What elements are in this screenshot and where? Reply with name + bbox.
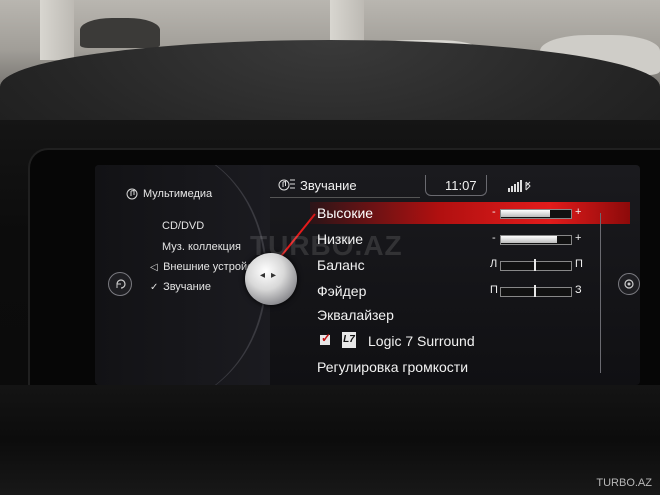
slider-track — [500, 287, 572, 297]
lower-dashboard — [0, 385, 660, 495]
slider-fill — [501, 210, 550, 217]
treble-slider[interactable] — [500, 207, 572, 219]
signal-strength-icon — [508, 180, 531, 192]
slider-max-label: + — [575, 206, 582, 218]
menu-item-cd-dvd[interactable]: CD/DVD — [162, 220, 204, 232]
checkmark-icon: ✓ — [321, 331, 332, 345]
row-label: Logic 7 Surround — [368, 333, 475, 349]
slider-position-marker — [534, 259, 536, 271]
slider-max-label: З — [575, 284, 582, 296]
row-label: Фэйдер — [317, 283, 367, 299]
site-label: TURBO.AZ — [596, 477, 652, 489]
menu-item-music-collection[interactable]: Муз. коллекция — [162, 241, 241, 253]
menu-item-sound[interactable]: ✓ Звучание — [150, 281, 211, 293]
left-menu-title: Мультимедиа — [143, 188, 213, 200]
slider-position-marker — [534, 285, 536, 297]
row-logic7-surround[interactable]: ✓ L7 Logic 7 Surround — [310, 330, 630, 352]
slider-fill — [501, 236, 557, 243]
menu-item-label: Внешние устройст — [163, 261, 258, 273]
row-volume-settings[interactable]: Регулировка громкости — [310, 356, 630, 378]
slider-max-label: + — [575, 232, 582, 244]
row-label: Высокие — [317, 205, 374, 221]
options-icon[interactable] — [618, 273, 640, 295]
logic7-logo-icon: L7 — [342, 332, 356, 348]
row-treble[interactable]: Высокие - + — [310, 202, 630, 224]
checkmark-icon: ✓ — [150, 282, 159, 293]
page-title: Звучание — [300, 178, 357, 193]
row-label: Эквалайзер — [317, 307, 394, 323]
garage-pillar — [40, 0, 74, 60]
speaker-icon: ◁ — [150, 262, 158, 273]
row-fader[interactable]: Фэйдер П З — [310, 280, 630, 302]
menu-item-external-devices[interactable]: ◁ Внешние устройст — [150, 261, 258, 273]
watermark: TURBO.AZ — [250, 230, 403, 261]
logic7-checkbox[interactable]: ✓ — [320, 331, 331, 345]
menu-item-label: Муз. коллекция — [162, 241, 241, 253]
bass-slider[interactable] — [500, 233, 572, 245]
slider-track — [500, 261, 572, 271]
header-divider — [270, 197, 420, 198]
menu-item-label: Звучание — [163, 281, 211, 293]
clock: 11:07 — [445, 178, 477, 193]
back-nav-icon[interactable] — [108, 272, 132, 296]
left-menu-panel: Мультимедиа CD/DVD Муз. коллекция ◁ Внеш… — [95, 165, 270, 385]
fader-slider[interactable] — [500, 285, 572, 297]
slider-min-label: Л — [490, 258, 498, 270]
sound-settings-icon — [278, 179, 295, 191]
idrive-screen: Мультимедиа CD/DVD Муз. коллекция ◁ Внеш… — [95, 165, 640, 385]
slider-max-label: П — [575, 258, 583, 270]
parked-car — [80, 18, 160, 48]
screen-header: Звучание 11:07 — [270, 173, 640, 199]
controller-arrows-icon: ◂▸ — [259, 270, 283, 281]
slider-min-label: П — [490, 284, 498, 296]
balance-slider[interactable] — [500, 259, 572, 271]
menu-item-label: CD/DVD — [162, 220, 205, 232]
slider-min-label: - — [492, 232, 496, 244]
row-equalizer[interactable]: Эквалайзер — [310, 304, 630, 326]
slider-min-label: - — [492, 206, 496, 218]
scroll-indicator — [600, 213, 601, 373]
multimedia-icon — [126, 188, 138, 200]
row-label: Регулировка громкости — [317, 359, 469, 375]
